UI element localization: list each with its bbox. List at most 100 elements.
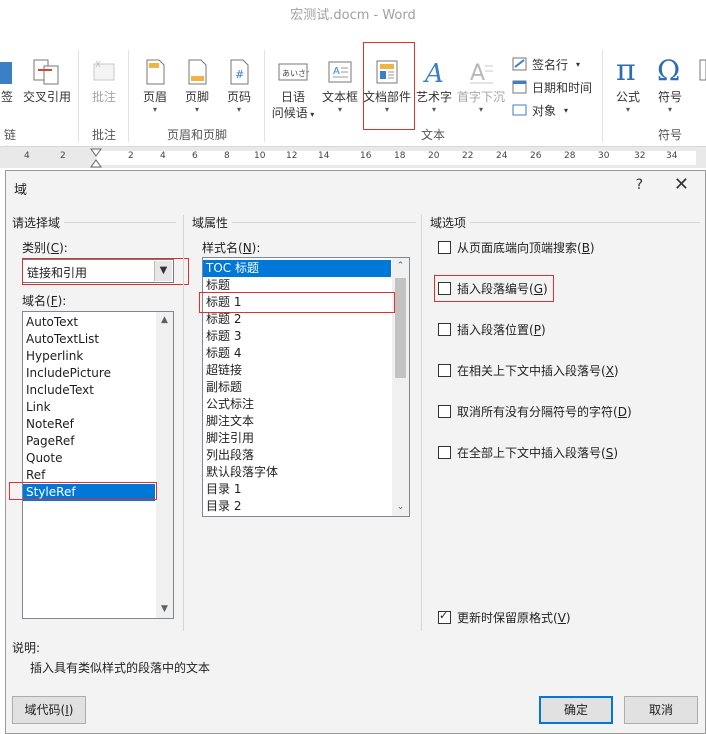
- page-number-button[interactable]: # 页码 ▾: [220, 58, 258, 114]
- list-item[interactable]: Ref: [23, 467, 155, 484]
- chevron-down-icon: ▾: [194, 105, 199, 114]
- list-item[interactable]: 目录 2: [203, 498, 391, 515]
- list-item[interactable]: Link: [23, 399, 155, 416]
- signature-icon: [512, 57, 527, 71]
- date-time-button[interactable]: 日期和时间: [512, 77, 592, 97]
- list-item[interactable]: PageRef: [23, 433, 155, 450]
- bookmark-icon: [0, 62, 12, 84]
- chevron-down-icon: ▾: [236, 105, 241, 114]
- list-item[interactable]: 列出段落: [203, 447, 391, 464]
- option-search-bottom-up[interactable]: 从页面底端向顶端搜索(B): [438, 239, 595, 256]
- field-dialog: 域 ? ✕ 请选择域 类别(C): 链接和引用 ▼ 域名(F): AutoTex…: [5, 170, 706, 734]
- svg-text:あいさつ: あいさつ: [282, 69, 309, 78]
- description-label: 说明:: [12, 641, 41, 655]
- checkbox[interactable]: [438, 405, 451, 418]
- style-names-scrollbar[interactable]: ⌃ ⌄: [392, 258, 409, 516]
- chevron-down-icon[interactable]: ▼: [154, 261, 172, 281]
- group-label-header-footer: 页眉和页脚: [166, 128, 227, 142]
- wordart-icon: A: [423, 59, 444, 86]
- comment-button[interactable]: 批注: [86, 58, 122, 105]
- group-label-text: 文本: [420, 128, 445, 142]
- svg-text:A: A: [423, 59, 444, 86]
- horizontal-ruler[interactable]: 4 2 2 4 6 8 10 12 14 16 18 20 22 24 26 2…: [0, 146, 706, 168]
- quick-parts-button[interactable]: 文档部件 ▾: [363, 58, 411, 114]
- list-item[interactable]: 副标题: [203, 379, 391, 396]
- footer-button[interactable]: 页脚 ▾: [178, 58, 216, 114]
- text-box-button[interactable]: A 文本框 ▾: [320, 58, 360, 114]
- checkbox[interactable]: [438, 323, 451, 336]
- help-button[interactable]: ?: [636, 177, 643, 193]
- option-insert-paragraph-position[interactable]: 插入段落位置(P): [438, 321, 546, 338]
- list-item[interactable]: 目录 1: [203, 481, 391, 498]
- chevron-down-icon: ▾: [152, 105, 157, 114]
- category-select[interactable]: 链接和引用 ▼: [22, 259, 174, 283]
- window-title: 宏测试.docm - Word: [290, 8, 416, 23]
- list-item[interactable]: 标题 4: [203, 345, 391, 362]
- ribbon-partial-right[interactable]: [696, 54, 706, 90]
- cross-reference-button[interactable]: 交叉引用: [22, 58, 72, 105]
- list-item[interactable]: AutoTextList: [23, 331, 155, 348]
- chevron-down-icon: ▾: [667, 105, 672, 114]
- list-item[interactable]: 标题: [203, 277, 391, 294]
- object-button[interactable]: 对象 ▾: [512, 100, 568, 120]
- field-codes-button[interactable]: 域代码(I): [12, 696, 86, 724]
- svg-text:Ω: Ω: [657, 54, 680, 86]
- close-button[interactable]: ✕: [674, 174, 689, 195]
- list-item[interactable]: Quote: [23, 450, 155, 467]
- ok-button[interactable]: 确定: [539, 696, 613, 724]
- option-relative-context[interactable]: 在相关上下文中插入段落号(X): [438, 362, 619, 379]
- scroll-down-icon[interactable]: ⌄: [392, 499, 409, 516]
- indent-marker-icon[interactable]: [89, 147, 103, 169]
- cancel-button[interactable]: 取消: [624, 696, 698, 724]
- list-item-selected[interactable]: TOC 标题: [203, 260, 391, 277]
- scroll-thumb[interactable]: [395, 278, 406, 378]
- list-item[interactable]: 公式标注: [203, 396, 391, 413]
- scroll-up-icon[interactable]: ▲: [156, 312, 173, 329]
- footer-icon: [188, 59, 207, 85]
- dialog-title: 域: [14, 183, 28, 198]
- option-full-context[interactable]: 在全部上下文中插入段落号(S): [438, 444, 618, 461]
- list-item-selected[interactable]: StyleRef: [23, 484, 155, 501]
- object-icon: [512, 104, 527, 116]
- list-item[interactable]: 默认段落字体: [203, 464, 391, 481]
- equation-button[interactable]: π 公式 ▾: [608, 54, 648, 114]
- pi-icon: π: [616, 54, 636, 86]
- option-insert-paragraph-number[interactable]: 插入段落编号(G): [438, 280, 548, 297]
- greeting-button[interactable]: あいさつ 日语 问候语 ▾: [270, 58, 316, 123]
- symbol-button[interactable]: Ω 符号 ▾: [650, 54, 690, 114]
- choose-field-heading: 请选择域: [12, 214, 65, 231]
- header-button[interactable]: 页眉 ▾: [136, 58, 174, 114]
- omega-icon: Ω: [657, 54, 680, 86]
- list-item[interactable]: 脚注引用: [203, 430, 391, 447]
- list-item[interactable]: 标题 2: [203, 311, 391, 328]
- ribbon-partial-button[interactable]: 签: [0, 58, 14, 105]
- style-names-list[interactable]: TOC 标题 标题 标题 1 标题 2 标题 3 标题 4 超链接 副标题 公式…: [202, 257, 410, 517]
- checkbox[interactable]: [438, 282, 451, 295]
- list-item[interactable]: IncludeText: [23, 382, 155, 399]
- field-names-list[interactable]: AutoText AutoTextList Hyperlink IncludeP…: [22, 311, 174, 619]
- drop-cap-icon: A: [470, 61, 493, 86]
- option-suppress-nondelimiters[interactable]: 取消所有没有分隔符号的字符(D): [438, 403, 632, 420]
- option-preserve-formatting[interactable]: 更新时保留原格式(V): [438, 609, 571, 626]
- calendar-icon: [512, 80, 527, 94]
- checkbox[interactable]: [438, 446, 451, 459]
- list-item[interactable]: IncludePicture: [23, 365, 155, 382]
- field-names-scrollbar[interactable]: ▲ ▼: [156, 312, 173, 618]
- list-item[interactable]: 标题 1: [203, 294, 391, 311]
- wordart-button[interactable]: A 艺术字 ▾: [414, 58, 454, 114]
- list-item[interactable]: 标题 3: [203, 328, 391, 345]
- signature-line-button[interactable]: 签名行 ▾: [512, 54, 580, 74]
- scroll-down-icon[interactable]: ▼: [156, 601, 173, 618]
- checkbox[interactable]: [438, 364, 451, 377]
- list-item[interactable]: 脚注文本: [203, 413, 391, 430]
- list-item[interactable]: 超链接: [203, 362, 391, 379]
- checkbox[interactable]: [438, 241, 451, 254]
- svg-text:A: A: [470, 61, 485, 86]
- scroll-up-icon[interactable]: ⌃: [392, 258, 409, 275]
- list-item[interactable]: Hyperlink: [23, 348, 155, 365]
- drop-cap-button[interactable]: A 首字下沉 ▾: [456, 58, 506, 114]
- list-item[interactable]: AutoText: [23, 314, 155, 331]
- checkbox-checked[interactable]: [438, 609, 451, 624]
- list-item[interactable]: NoteRef: [23, 416, 155, 433]
- category-label: 类别(C):: [22, 241, 68, 255]
